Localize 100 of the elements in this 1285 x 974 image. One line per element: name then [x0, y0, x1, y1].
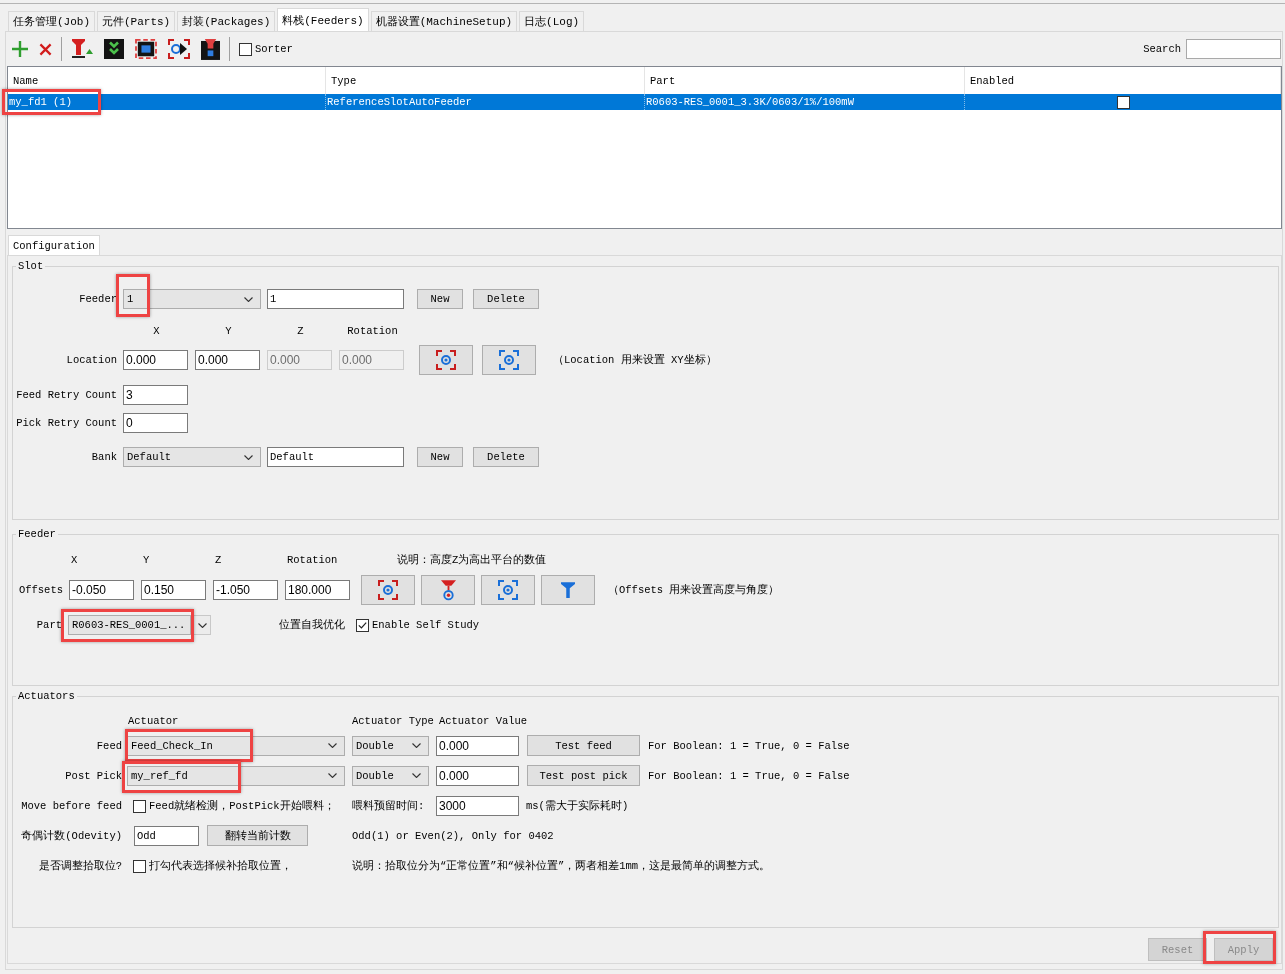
- table-cell: my_fd1 (1): [8, 94, 326, 110]
- film-down-icon[interactable]: [104, 39, 124, 59]
- column-header: Z: [296, 324, 305, 337]
- text-field[interactable]: 3000: [436, 796, 519, 816]
- text-field[interactable]: 0.150: [141, 580, 206, 600]
- target-button[interactable]: [419, 345, 473, 375]
- column-header: Rotation: [346, 324, 399, 337]
- tab[interactable]: 机器设置(MachineSetup): [370, 11, 518, 31]
- nozzle-button[interactable]: [421, 575, 475, 605]
- film-frame-icon[interactable]: [135, 39, 157, 59]
- field-label: 是否调整拾取位?: [37, 859, 122, 873]
- field-label: Pick Retry Count: [15, 417, 117, 429]
- field-label: Offsets: [17, 584, 63, 596]
- chevron-down-icon: [328, 773, 337, 778]
- group-title: Feeder: [17, 528, 57, 540]
- text-field[interactable]: 0: [123, 413, 188, 433]
- target-icon: [498, 580, 518, 600]
- funnel-icon: [561, 582, 575, 598]
- test-button[interactable]: Test feed: [527, 735, 640, 756]
- column-header: Actuator Type: [352, 714, 434, 727]
- dropdown[interactable]: my_ref_fd: [127, 765, 345, 786]
- text-field[interactable]: 0.000: [123, 350, 188, 370]
- dropdown[interactable]: 1: [123, 289, 261, 309]
- group-title: Actuators: [17, 690, 76, 702]
- form-button[interactable]: Delete: [473, 289, 539, 309]
- target-icon: [436, 350, 456, 370]
- field-label: 喂料预留时间:: [352, 799, 426, 813]
- text-field[interactable]: 180.000: [285, 580, 350, 600]
- checkbox-label: Enable Self Study: [372, 619, 480, 631]
- text-field[interactable]: 0.000: [436, 765, 519, 786]
- text-field[interactable]: -1.050: [213, 580, 278, 600]
- column-header: Actuator Value: [438, 714, 528, 727]
- film-funnel-icon[interactable]: [201, 38, 220, 60]
- column-header: Y: [142, 553, 151, 566]
- field-label: Move before feed: [20, 800, 122, 812]
- note-text: For Boolean: 1 = True, 0 = False: [648, 739, 850, 752]
- column-header: Y: [224, 324, 233, 337]
- dropdown[interactable]: Default: [123, 447, 261, 467]
- field-label: Part: [35, 619, 62, 631]
- note-text: （Location 用来设置 XY坐标）: [553, 353, 717, 367]
- target-arrow-icon[interactable]: [168, 39, 190, 59]
- field-label: Post Pick: [64, 769, 122, 782]
- note-text: ms(需大于实际耗时): [526, 799, 629, 813]
- test-button[interactable]: Test post pick: [527, 765, 640, 786]
- field-label: Feed Retry Count: [15, 389, 117, 401]
- tab[interactable]: 元件(Parts): [97, 11, 176, 31]
- checkbox[interactable]: [239, 42, 252, 56]
- note-text: For Boolean: 1 = True, 0 = False: [648, 769, 850, 782]
- search-field[interactable]: [1186, 39, 1281, 59]
- field-label: Feed: [95, 739, 122, 752]
- chevron-down-icon: [244, 296, 253, 302]
- checkbox[interactable]: [133, 799, 146, 813]
- tab[interactable]: 任务管理(Job): [8, 11, 95, 31]
- note-text: Odd(1) or Even(2), Only for 0402: [352, 829, 554, 842]
- tab[interactable]: Configuration: [8, 235, 100, 255]
- target-icon: [378, 580, 398, 600]
- checkbox[interactable]: [1117, 95, 1130, 109]
- nozzle-icon: [440, 579, 456, 601]
- target-button[interactable]: [481, 575, 535, 605]
- chevron-down-icon: [328, 743, 337, 748]
- checkmark-icon: [358, 621, 367, 629]
- text-field[interactable]: Odd: [134, 825, 199, 846]
- funnel-up-icon[interactable]: [71, 39, 93, 59]
- chevron-down-icon: [197, 622, 207, 628]
- checkbox-label: Sorter: [255, 43, 293, 55]
- text-field[interactable]: Default: [267, 447, 404, 467]
- checkbox[interactable]: [356, 618, 369, 632]
- tab[interactable]: 料栈(Feeders): [277, 8, 369, 31]
- note-text: 说明：拾取位分为“正常位置”和“候补位置”，两者相差1mm，这是最简单的调整方式。: [352, 859, 771, 873]
- dropdown[interactable]: Double: [352, 765, 429, 786]
- chevron-down-icon: [412, 743, 421, 748]
- dropdown[interactable]: Feed_Check_In: [127, 735, 345, 756]
- table-cell: R0603-RES_0001_3.3K/0603/1%/100mW: [645, 94, 965, 110]
- tab[interactable]: 日志(Log): [519, 11, 585, 31]
- form-button[interactable]: New: [417, 289, 463, 309]
- text-field[interactable]: 3: [123, 385, 188, 405]
- flip-button[interactable]: 翻转当前计数: [207, 825, 308, 846]
- target-button[interactable]: [361, 575, 415, 605]
- column-header: X: [70, 553, 79, 566]
- text-field[interactable]: 0.000: [195, 350, 260, 370]
- table-cell: ReferenceSlotAutoFeeder: [326, 94, 645, 110]
- column-header: Actuator: [128, 714, 180, 727]
- form-button[interactable]: Delete: [473, 447, 539, 467]
- checkbox[interactable]: [133, 859, 146, 873]
- field-label: Feeder: [78, 293, 117, 305]
- target-button[interactable]: [482, 345, 536, 375]
- dropdown[interactable]: Double: [352, 735, 429, 756]
- field-label: Location: [65, 354, 117, 366]
- plus-icon[interactable]: [12, 41, 28, 57]
- note-text: （Offsets 用来设置高度与角度）: [608, 583, 780, 597]
- funnel-button[interactable]: [541, 575, 595, 605]
- text-field[interactable]: -0.050: [69, 580, 134, 600]
- group-title: Slot: [17, 260, 45, 272]
- tab[interactable]: 封装(Packages): [177, 11, 276, 31]
- chevron-down-icon: [244, 454, 253, 460]
- cross-icon[interactable]: [39, 42, 52, 56]
- text-field[interactable]: 0.000: [436, 735, 519, 756]
- column-header: X: [152, 324, 161, 337]
- form-button[interactable]: New: [417, 447, 463, 467]
- text-field[interactable]: 1: [267, 289, 404, 309]
